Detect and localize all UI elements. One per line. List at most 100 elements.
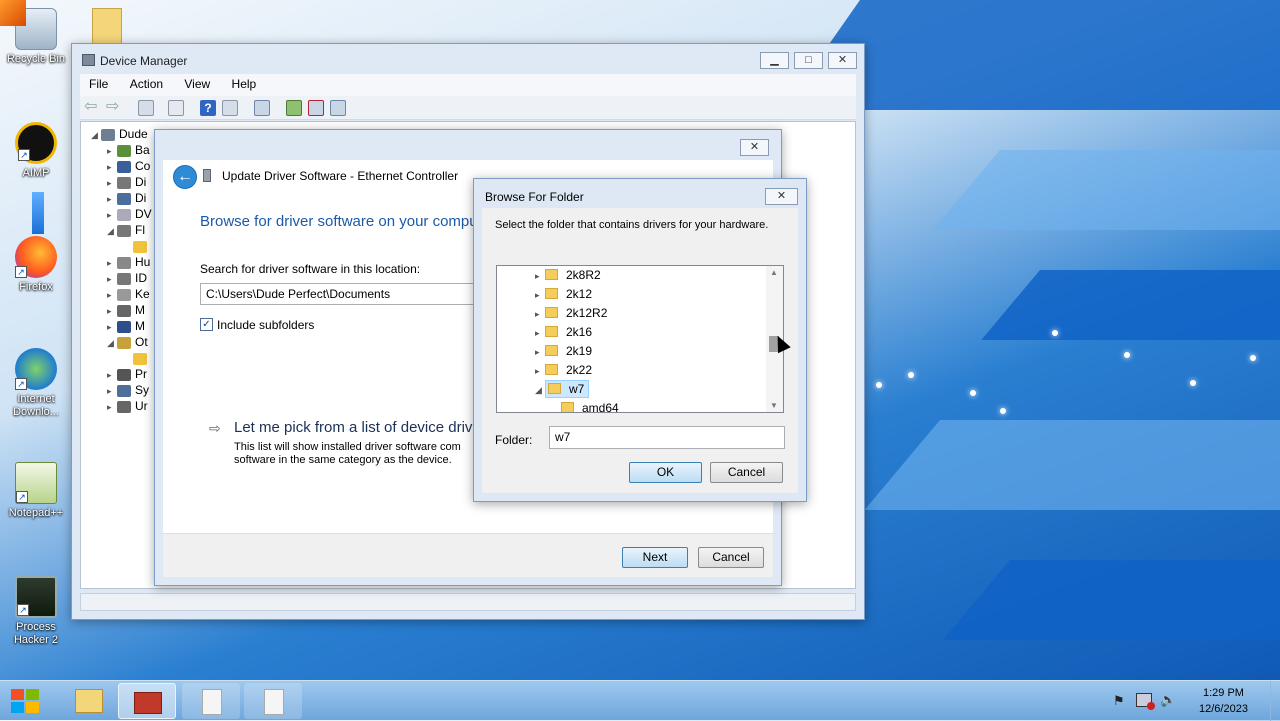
collapse-arrow-icon[interactable]: ◢ [107, 335, 117, 351]
scroll-up-icon[interactable]: ▲ [770, 268, 778, 277]
tree-item[interactable]: ◢ Ot [107, 334, 148, 350]
collapse-arrow-icon[interactable]: ◢ [535, 381, 545, 400]
scan-hardware-icon[interactable] [254, 100, 270, 116]
tree-item[interactable]: ▸ Di [107, 174, 146, 190]
folder-item[interactable]: ▸ 2k22 [535, 361, 592, 380]
maximize-button[interactable]: □ [794, 52, 823, 69]
collapse-arrow-icon[interactable]: ◢ [107, 223, 117, 239]
scroll-down-icon[interactable]: ▼ [770, 401, 778, 410]
expand-arrow-icon[interactable]: ▸ [107, 367, 117, 383]
expand-arrow-icon[interactable]: ▸ [107, 143, 117, 159]
taskbar-device-manager[interactable] [118, 683, 176, 719]
tree-child[interactable] [133, 238, 151, 254]
include-subfolders-label[interactable]: Include subfolders [217, 318, 314, 332]
menu-action[interactable]: Action [121, 74, 172, 91]
tree-item[interactable]: ◢ Fl [107, 222, 145, 238]
clock-date[interactable]: 12/6/2023 [1199, 703, 1248, 715]
tree-item[interactable]: ▸ M [107, 302, 145, 318]
expand-arrow-icon[interactable]: ▸ [535, 286, 545, 305]
expand-arrow-icon[interactable]: ▸ [107, 271, 117, 287]
pick-from-list-link[interactable]: Let me pick from a list of device driv [234, 419, 472, 436]
taskbar-window-1[interactable] [182, 683, 240, 719]
tree-item[interactable]: ▸ Ke [107, 286, 150, 302]
desktop-icon-notepad-plus-plus[interactable]: ↗ Notepad++ [4, 462, 68, 520]
folder-item[interactable]: ▸ 2k12R2 [535, 304, 607, 323]
app-icon[interactable] [0, 0, 26, 26]
tree-item[interactable]: ▸ Hu [107, 254, 150, 270]
taskbar-window-2[interactable] [244, 683, 302, 719]
menu-view[interactable]: View [175, 74, 219, 91]
expand-arrow-icon[interactable]: ▸ [107, 159, 117, 175]
volume-muted-icon[interactable]: 🔈 [1160, 692, 1176, 708]
desktop-icon-process-hacker[interactable]: ↗ Process Hacker 2 [4, 576, 68, 647]
minimize-button[interactable]: ▁ [760, 52, 789, 69]
menu-file[interactable]: File [80, 74, 117, 91]
folder-input[interactable]: w7 [549, 426, 785, 449]
device-manager-titlebar[interactable]: Device Manager ▁ □ ✕ [72, 44, 864, 74]
folder-item[interactable]: ▸ 2k8R2 [535, 266, 601, 285]
tree-child[interactable] [133, 350, 151, 366]
properties-icon[interactable] [138, 100, 154, 116]
next-button[interactable]: Next [622, 547, 688, 568]
close-button[interactable]: ✕ [828, 52, 857, 69]
expand-arrow-icon[interactable]: ▸ [107, 175, 117, 191]
folder-item[interactable]: ▸ 2k12 [535, 285, 592, 304]
expand-arrow-icon[interactable]: ▸ [535, 267, 545, 286]
expand-arrow-icon[interactable]: ▸ [107, 399, 117, 415]
expand-arrow-icon[interactable]: ▸ [535, 362, 545, 381]
expand-arrow-icon[interactable]: ▸ [107, 255, 117, 271]
expand-arrow-icon[interactable]: ▸ [107, 207, 117, 223]
expand-arrow-icon[interactable]: ▸ [107, 191, 117, 207]
desktop-icon-firefox[interactable]: ↗ Firefox [4, 236, 68, 294]
tree-item[interactable]: ▸ Sy [107, 382, 149, 398]
tree-item[interactable]: ▸ DV [107, 206, 152, 222]
help-icon[interactable]: ? [200, 100, 216, 116]
tree-item[interactable]: ▸ Ur [107, 398, 148, 414]
tree-root[interactable]: ◢ Dude [91, 126, 148, 142]
forward-arrow-icon[interactable]: ⇨ [106, 99, 122, 116]
back-arrow-icon[interactable]: ⇦ [84, 99, 100, 116]
taskbar-file-explorer[interactable] [60, 683, 118, 719]
tree-item[interactable]: ▸ Co [107, 158, 150, 174]
folder-item[interactable]: ▸ 2k16 [535, 323, 592, 342]
uninstall-device-icon[interactable] [308, 100, 324, 116]
expand-arrow-icon[interactable]: ▸ [535, 324, 545, 343]
tree-item[interactable]: ▸ M [107, 318, 145, 334]
console-tree-icon[interactable] [222, 100, 238, 116]
add-hardware-icon[interactable] [330, 100, 346, 116]
folder-item-selected[interactable]: ◢ w7 [535, 380, 590, 400]
menu-help[interactable]: Help [223, 74, 266, 91]
back-arrow-icon[interactable]: ← [173, 165, 197, 189]
driver-path-input[interactable]: C:\Users\Dude Perfect\Documents [200, 283, 500, 305]
clock-time[interactable]: 1:29 PM [1203, 687, 1244, 699]
folder-item[interactable]: amd64 [561, 399, 619, 412]
close-button[interactable]: ✕ [765, 188, 798, 205]
blue-shortcut-icon[interactable] [32, 192, 44, 234]
list-view-icon[interactable] [168, 100, 184, 116]
expand-arrow-icon[interactable]: ▸ [107, 303, 117, 319]
desktop-icon-aimp[interactable]: ↗ AIMP [4, 122, 68, 180]
expand-arrow-icon[interactable]: ▸ [107, 287, 117, 303]
show-desktop-button[interactable] [1270, 681, 1280, 721]
close-button[interactable]: ✕ [740, 139, 769, 156]
folder-item[interactable]: ▸ 2k19 [535, 342, 592, 361]
tree-item[interactable]: ▸ Pr [107, 366, 147, 382]
desktop-icon-internet-download[interactable]: ↗ Internet Downlo... [4, 348, 68, 419]
expand-arrow-icon[interactable]: ▸ [535, 343, 545, 362]
cancel-button[interactable]: Cancel [710, 462, 783, 483]
expand-arrow-icon[interactable]: ▸ [107, 319, 117, 335]
ok-button[interactable]: OK [629, 462, 702, 483]
tree-item[interactable]: ▸ Ba [107, 142, 150, 158]
action-center-flag-icon[interactable]: ⚑ [1113, 693, 1127, 708]
tree-item[interactable]: ▸ Di [107, 190, 146, 206]
update-driver-icon[interactable] [286, 100, 302, 116]
cancel-button[interactable]: Cancel [698, 547, 764, 568]
network-disconnected-icon[interactable] [1136, 693, 1155, 710]
expand-arrow-icon[interactable]: ▸ [535, 305, 545, 324]
start-button[interactable] [8, 686, 42, 716]
folder-icon[interactable] [92, 8, 122, 44]
expand-arrow-icon[interactable]: ▸ [107, 383, 117, 399]
collapse-arrow-icon[interactable]: ◢ [91, 127, 101, 143]
include-subfolders-checkbox[interactable]: ✓ [200, 318, 213, 331]
tree-item[interactable]: ▸ ID [107, 270, 147, 286]
